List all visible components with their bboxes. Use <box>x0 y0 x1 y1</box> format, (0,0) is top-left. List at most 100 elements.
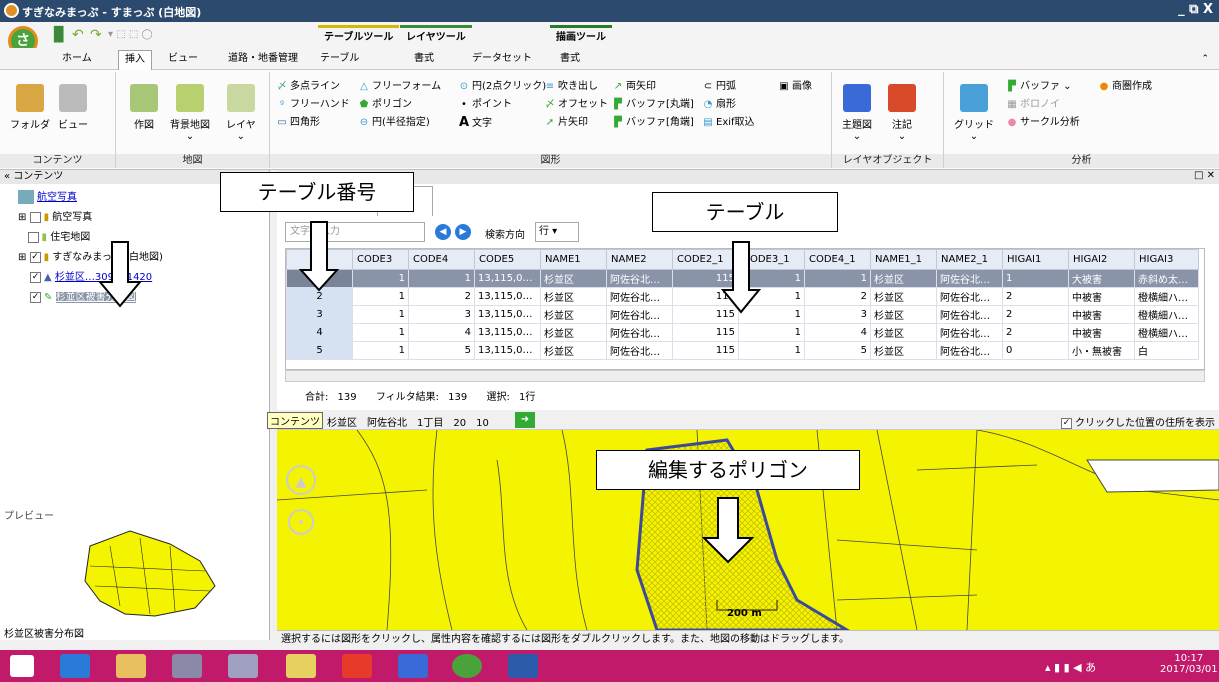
table-row[interactable]: 2 1 2 13,115,0… 杉並区 阿佐谷北… 115 1 2 杉並区 阿佐谷北… 2 中被害 橙横細… <box>286 287 1199 306</box>
buffer-square-button[interactable]: ▛ バッファ[角端] <box>612 114 694 132</box>
go-arrow-icon[interactable]: ➜ <box>515 412 535 428</box>
text-button[interactable]: A 文字 <box>458 114 546 132</box>
show-address-toggle[interactable]: ✓ クリックした位置の住所を表示 <box>1061 414 1215 429</box>
table-cell[interactable]: 阿佐谷北… <box>606 323 673 342</box>
tree-item-aerial-root[interactable]: 航空写真 <box>18 188 163 208</box>
table-cell[interactable]: 5 <box>804 341 871 360</box>
tab-road-management[interactable]: 道路・地番管理 <box>222 50 304 70</box>
table-cell[interactable]: 杉並区 <box>870 323 937 342</box>
table-cell[interactable]: 5 <box>408 341 475 360</box>
tray-icons[interactable]: ▴ ▮ ▮ ◀ あ <box>1045 659 1096 675</box>
voronoi-button[interactable]: ▦ ボロノイ <box>1006 96 1080 114</box>
polygon-button[interactable]: ⬟ ポリゴン <box>358 96 441 114</box>
table-cell[interactable]: 115 <box>672 269 739 288</box>
table-row[interactable]: 5 1 5 13,115,0… 杉並区 阿佐谷北… 115 1 5 杉並区 阿佐谷北… 0 小・無被害白 <box>286 341 1199 360</box>
table-cell[interactable]: 13,115,0… <box>474 269 541 288</box>
table-cell[interactable]: 阿佐谷北… <box>936 269 1003 288</box>
table-cell[interactable]: 杉並区 <box>870 341 937 360</box>
offset-button[interactable]: 〆オフセット <box>544 96 608 114</box>
row-number-cell[interactable]: 3 <box>286 305 353 324</box>
checkbox[interactable] <box>29 211 41 223</box>
layer-button[interactable]: レイヤ ⌄ <box>226 84 256 142</box>
table-cell[interactable]: 1 <box>408 269 475 288</box>
tab-format-draw[interactable]: 書式 <box>554 50 586 70</box>
tree-item-housing[interactable]: ▮ 住宅地図 <box>18 228 163 248</box>
table-cell[interactable]: 阿佐谷北… <box>606 269 673 288</box>
search-next-icon[interactable]: ▶ <box>455 224 471 240</box>
view-button[interactable]: ビュー <box>58 84 88 131</box>
checkbox[interactable]: ✓ <box>30 271 41 283</box>
word-icon[interactable] <box>508 654 538 678</box>
redo-icon[interactable]: ↷ <box>90 27 102 43</box>
table-cell[interactable]: 杉並区 <box>870 287 937 306</box>
table-cell[interactable]: 115 <box>672 341 739 360</box>
search-input[interactable]: 文字を入力 <box>285 222 425 242</box>
table-cell[interactable]: 小・無被害 <box>1068 341 1135 360</box>
table-cell[interactable]: 2 <box>408 287 475 306</box>
arc-button[interactable]: ⊂ 円弧 <box>702 78 755 96</box>
circle-2click-button[interactable]: ⊙ 円(2点クリック) <box>458 78 546 96</box>
circle-analysis-button[interactable]: ● サークル分析 <box>1006 114 1080 132</box>
column-header[interactable]: HIGAI1 <box>1002 249 1069 270</box>
column-header[interactable]: CODE3 <box>352 249 409 270</box>
paint-icon[interactable] <box>228 654 258 678</box>
row-number-cell[interactable]: 1 <box>286 269 353 288</box>
table-row[interactable]: 3 1 3 13,115,0… 杉並区 阿佐谷北… 115 1 3 杉並区 阿佐谷北… 2 中被害 橙横細… <box>286 305 1199 324</box>
table-cell[interactable]: 1 <box>352 323 409 342</box>
rectangle-button[interactable]: ▭ 四角形 <box>276 114 350 132</box>
table-cell[interactable]: 2 <box>1002 305 1069 324</box>
table-cell[interactable]: 115 <box>672 287 739 306</box>
table-cell[interactable]: 2 <box>804 287 871 306</box>
double-arrow-button[interactable]: ↗ 両矢印 <box>612 78 694 96</box>
clock[interactable]: 10:17 2017/03/01 <box>1160 653 1218 675</box>
checkbox[interactable]: ✓ <box>1061 417 1072 429</box>
circle-radius-button[interactable]: ⊖ 円(半径指定) <box>358 114 441 132</box>
app-icon-2[interactable] <box>398 654 428 678</box>
sumap-icon[interactable] <box>452 654 482 678</box>
table-cell[interactable]: 1 <box>738 341 805 360</box>
column-header[interactable]: CODE3_1 <box>738 249 805 270</box>
trade-area-button[interactable]: ● 商圏作成 <box>1098 78 1152 96</box>
checkbox[interactable]: ✓ <box>29 251 41 263</box>
ie-icon[interactable] <box>60 654 90 678</box>
annotation-button[interactable]: 注記 ⌄ <box>888 84 916 142</box>
table-cell[interactable]: 13,115,0… <box>474 287 541 306</box>
table-cell[interactable]: 杉並区 <box>540 287 607 306</box>
table-cell[interactable]: 杉並区 <box>870 269 937 288</box>
freehand-button[interactable]: ᵍ フリーハンド <box>276 96 350 114</box>
windows-start-icon[interactable] <box>10 655 34 677</box>
chrome-icon[interactable] <box>342 654 372 678</box>
table-cell[interactable]: 1 <box>352 341 409 360</box>
table-cell[interactable]: 2 <box>1002 323 1069 342</box>
point-button[interactable]: • ポイント <box>458 96 546 114</box>
dropdown-icon[interactable]: ▾ ⬚ ⬚ ◯ <box>108 29 153 40</box>
ribbon-collapse-icon[interactable]: ⌃ <box>1201 54 1209 64</box>
tree-item-table-layer[interactable]: ✓ ▲ 杉並区…309281420 <box>18 268 163 288</box>
tab-insert[interactable]: 挿入 <box>118 50 152 70</box>
polyline-button[interactable]: 〆多点ライン <box>276 78 350 96</box>
table-cell[interactable]: 2 <box>1002 287 1069 306</box>
table-cell[interactable]: 大被害 <box>1068 269 1135 288</box>
column-header[interactable]: CODE5 <box>474 249 541 270</box>
table-cell[interactable]: 4 <box>408 323 475 342</box>
explorer-icon[interactable] <box>116 654 146 678</box>
table-cell[interactable]: 橙横細ハ… <box>1134 287 1199 306</box>
table-cell[interactable]: 中被害 <box>1068 305 1135 324</box>
row-number-cell[interactable]: 4 <box>286 323 353 342</box>
table-cell[interactable]: 阿佐谷北… <box>606 287 673 306</box>
table-cell[interactable]: 阿佐谷北… <box>936 305 1003 324</box>
freeform-button[interactable]: △ フリーフォーム <box>358 78 441 96</box>
table-cell[interactable]: 1 <box>738 323 805 342</box>
table-cell[interactable]: 3 <box>408 305 475 324</box>
row-number-cell[interactable]: 2 <box>286 287 353 306</box>
table-cell[interactable]: 1 <box>352 305 409 324</box>
checkbox[interactable] <box>27 231 39 243</box>
close-icon[interactable]: □ ✕ <box>1194 170 1215 181</box>
table-cell[interactable]: 阿佐谷北… <box>606 305 673 324</box>
table-cell[interactable]: 1 <box>804 269 871 288</box>
draw-map-button[interactable]: 作図 <box>130 84 158 131</box>
tab-dataset[interactable]: データセット <box>466 50 538 70</box>
tree-item-damage-map[interactable]: ✓ ✎ 杉並区被害分布図 <box>18 288 163 308</box>
background-map-button[interactable]: 背景地図 ⌄ <box>170 84 210 142</box>
table-cell[interactable]: 1 <box>738 269 805 288</box>
